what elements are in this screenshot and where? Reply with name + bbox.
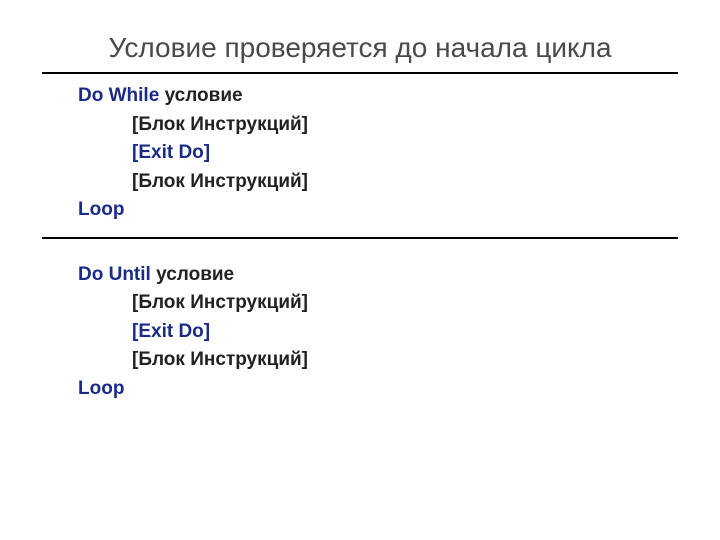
exit-do-line: [Exit Do]: [78, 318, 720, 347]
keyword-do-until: Do Until: [78, 264, 156, 285]
page-title: Условие проверяется до начала цикла: [90, 30, 630, 66]
code-block-while: Do While условие [Блок Инструкций] [Exit…: [0, 82, 720, 225]
condition-text: условие: [165, 85, 243, 106]
code-block-until: Do Until условие [Блок Инструкций] [Exit…: [0, 261, 720, 404]
keyword-loop: Loop: [78, 196, 720, 225]
exit-do-line: [Exit Do]: [78, 139, 720, 168]
instruction-block-line: [Блок Инструкций]: [78, 289, 720, 318]
do-until-line: Do Until условие: [78, 261, 720, 290]
divider-middle: [42, 237, 678, 239]
instruction-block-line: [Блок Инструкций]: [78, 111, 720, 140]
keyword-do-while: Do While: [78, 85, 165, 106]
instruction-block-line: [Блок Инструкций]: [78, 346, 720, 375]
condition-text: условие: [156, 264, 234, 285]
divider-top: [42, 72, 678, 74]
do-while-line: Do While условие: [78, 82, 720, 111]
instruction-block-line: [Блок Инструкций]: [78, 168, 720, 197]
keyword-loop: Loop: [78, 375, 720, 404]
